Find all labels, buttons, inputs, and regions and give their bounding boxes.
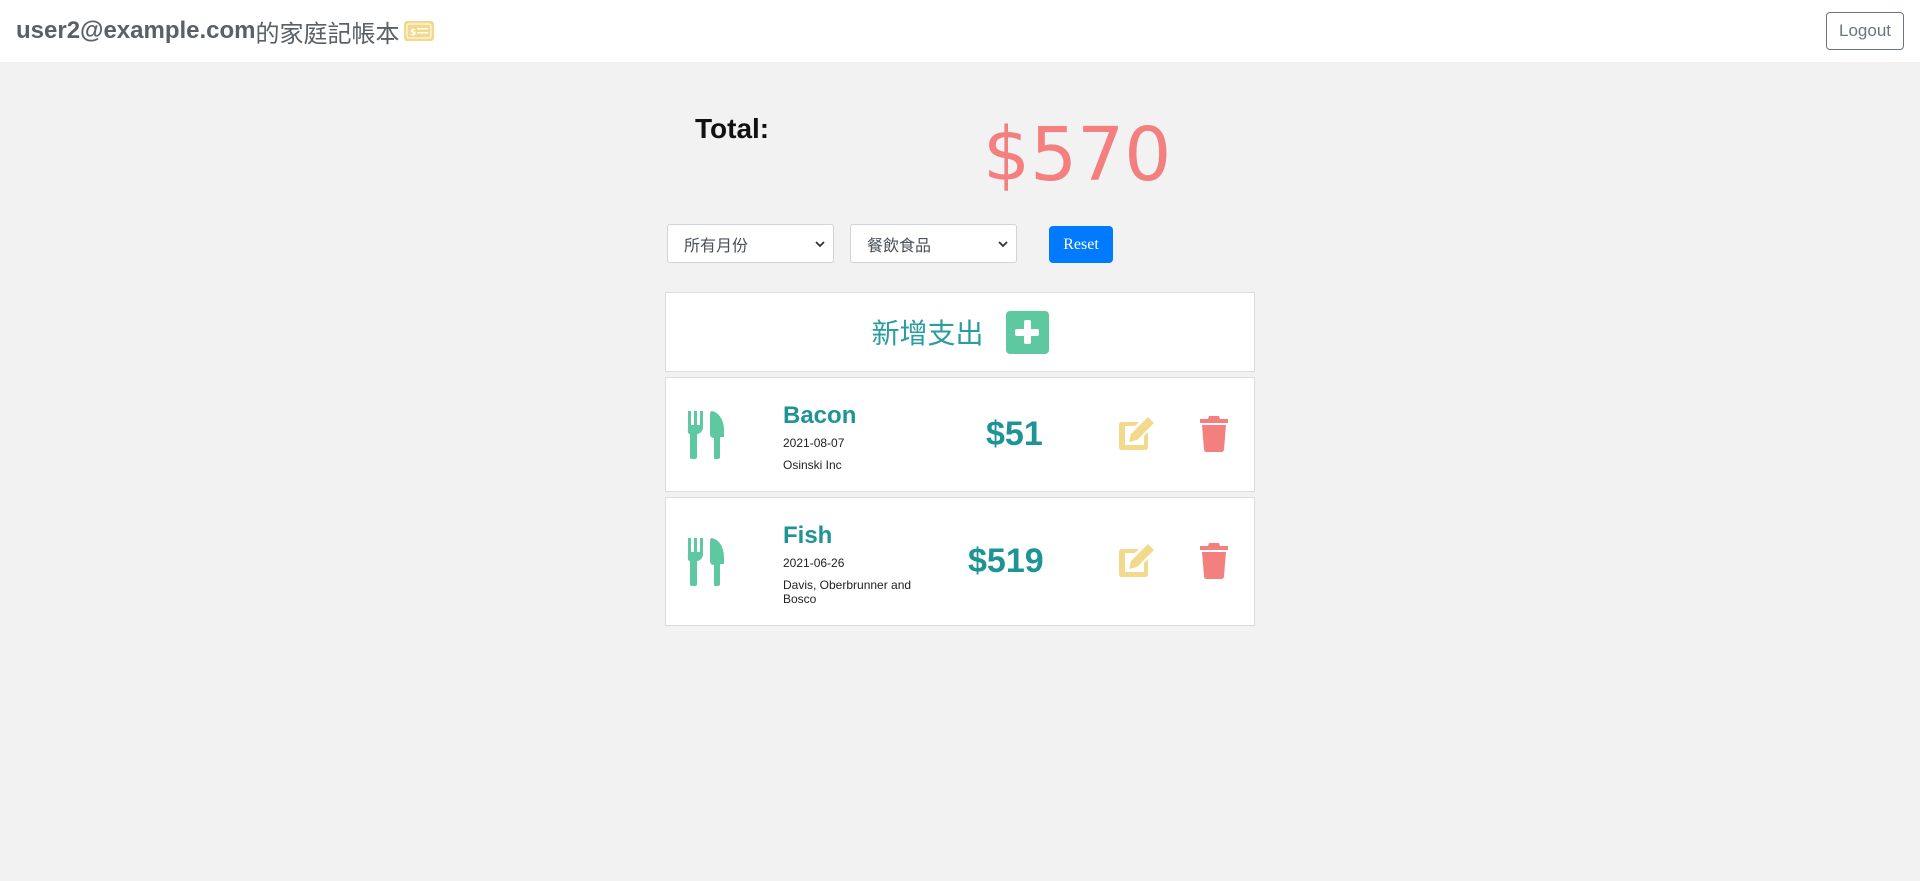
record-amount: $519 [968, 542, 1044, 580]
edit-icon[interactable] [1118, 416, 1156, 452]
add-expense-label: 新增支出 [871, 318, 984, 349]
record-merchant: Osinski Inc [783, 458, 842, 472]
chevron-down-icon [998, 237, 1008, 251]
svg-text:$: $ [410, 28, 416, 38]
expense-record: Fish 2021-06-26 Davis, Oberbrunner and B… [665, 497, 1255, 626]
record-amount: $51 [986, 415, 1043, 453]
total-label: Total: [695, 113, 770, 144]
record-date: 2021-08-07 [783, 436, 845, 450]
navbar: user2@example.com 的家庭記帳本 $ Logout [0, 0, 1920, 62]
reset-button[interactable]: Reset [1049, 226, 1113, 263]
add-expense-card[interactable]: 新增支出 [665, 292, 1255, 372]
record-date: 2021-06-26 [783, 556, 845, 570]
utensils-icon [687, 411, 724, 459]
trash-icon[interactable] [1199, 416, 1229, 452]
expense-record: Bacon 2021-08-07 Osinski Inc $51 [665, 377, 1255, 492]
record-name: Bacon [783, 402, 857, 429]
edit-icon[interactable] [1118, 543, 1156, 579]
month-select[interactable]: 所有月份 [667, 224, 834, 263]
money-bill-icon: $ [403, 21, 434, 41]
chevron-down-icon [815, 237, 825, 251]
user-email: user2@example.com [16, 17, 256, 44]
record-merchant: Davis, Oberbrunner and Bosco [783, 578, 912, 606]
plus-square-icon[interactable] [1005, 310, 1049, 354]
app-brand[interactable]: user2@example.com 的家庭記帳本 $ [16, 14, 434, 49]
month-select-value: 所有月份 [684, 237, 749, 255]
utensils-icon [687, 538, 724, 586]
total-amount: $570 [983, 112, 1172, 198]
logout-button[interactable]: Logout [1826, 12, 1904, 50]
trash-icon[interactable] [1199, 543, 1229, 579]
app-title: 的家庭記帳本 [255, 20, 400, 48]
category-select[interactable]: 餐飲食品 [850, 224, 1017, 263]
category-select-value: 餐飲食品 [867, 237, 932, 255]
record-name: Fish [783, 522, 833, 549]
